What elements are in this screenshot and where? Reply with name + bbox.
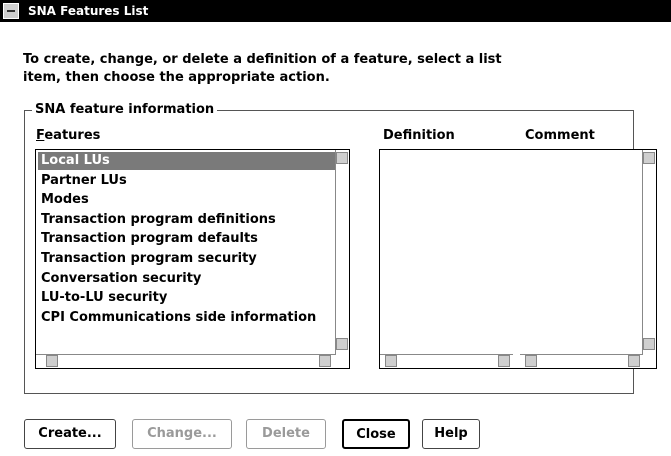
feature-list-item[interactable]: Transaction program defaults <box>38 230 261 248</box>
feature-list-item[interactable]: Transaction program security <box>38 250 260 268</box>
scroll-down-arrow-icon[interactable] <box>336 338 348 350</box>
definition-vertical-scrollbar[interactable] <box>642 150 656 355</box>
close-button[interactable]: Close <box>342 419 410 449</box>
change-button[interactable]: Change... <box>132 419 232 449</box>
help-button[interactable]: Help <box>422 419 480 449</box>
feature-list-item[interactable]: Transaction program definitions <box>38 211 279 229</box>
scroll-right-arrow-icon[interactable] <box>628 355 640 367</box>
scroll-right-arrow-icon[interactable] <box>319 355 331 367</box>
feature-list-item[interactable]: LU-to-LU security <box>38 289 170 307</box>
scroll-up-arrow-icon[interactable] <box>643 152 655 164</box>
comment-label: Comment <box>525 128 595 143</box>
scroll-left-arrow-icon[interactable] <box>46 355 58 367</box>
features-horizontal-scrollbar[interactable] <box>36 354 336 368</box>
group-label: SNA feature information <box>32 101 218 119</box>
comment-horizontal-scrollbar[interactable] <box>520 354 643 368</box>
scroll-down-arrow-icon[interactable] <box>643 338 655 350</box>
scroll-up-arrow-icon[interactable] <box>336 152 348 164</box>
features-listbox[interactable]: Local LUs Partner LUs Modes Transaction pro… <box>35 149 350 369</box>
features-vertical-scrollbar[interactable] <box>335 150 349 355</box>
instructions-text: To create, change, or delete a definitio… <box>23 52 502 85</box>
feature-list-item[interactable]: Conversation security <box>38 270 204 288</box>
features-label-rest: eatures <box>44 128 101 143</box>
definition-label: Definition <box>383 128 455 143</box>
feature-list-item[interactable]: Modes <box>38 191 92 209</box>
feature-list-item[interactable]: CPI Communications side information <box>38 309 319 327</box>
definition-horizontal-scrollbar[interactable] <box>380 354 513 368</box>
definition-comment-listbox[interactable] <box>379 149 657 369</box>
scroll-right-arrow-icon[interactable] <box>498 355 510 367</box>
feature-list-item[interactable]: Local LUs <box>38 152 335 170</box>
features-label: Features <box>36 128 100 144</box>
delete-button[interactable]: Delete <box>246 419 326 449</box>
scroll-left-arrow-icon[interactable] <box>385 355 397 367</box>
window-title: SNA Features List <box>28 4 149 18</box>
title-bar: SNA Features List <box>0 0 671 22</box>
create-button[interactable]: Create... <box>24 419 116 449</box>
scroll-left-arrow-icon[interactable] <box>525 355 537 367</box>
system-menu-icon[interactable] <box>3 3 19 19</box>
feature-list-item[interactable]: Partner LUs <box>38 172 130 190</box>
